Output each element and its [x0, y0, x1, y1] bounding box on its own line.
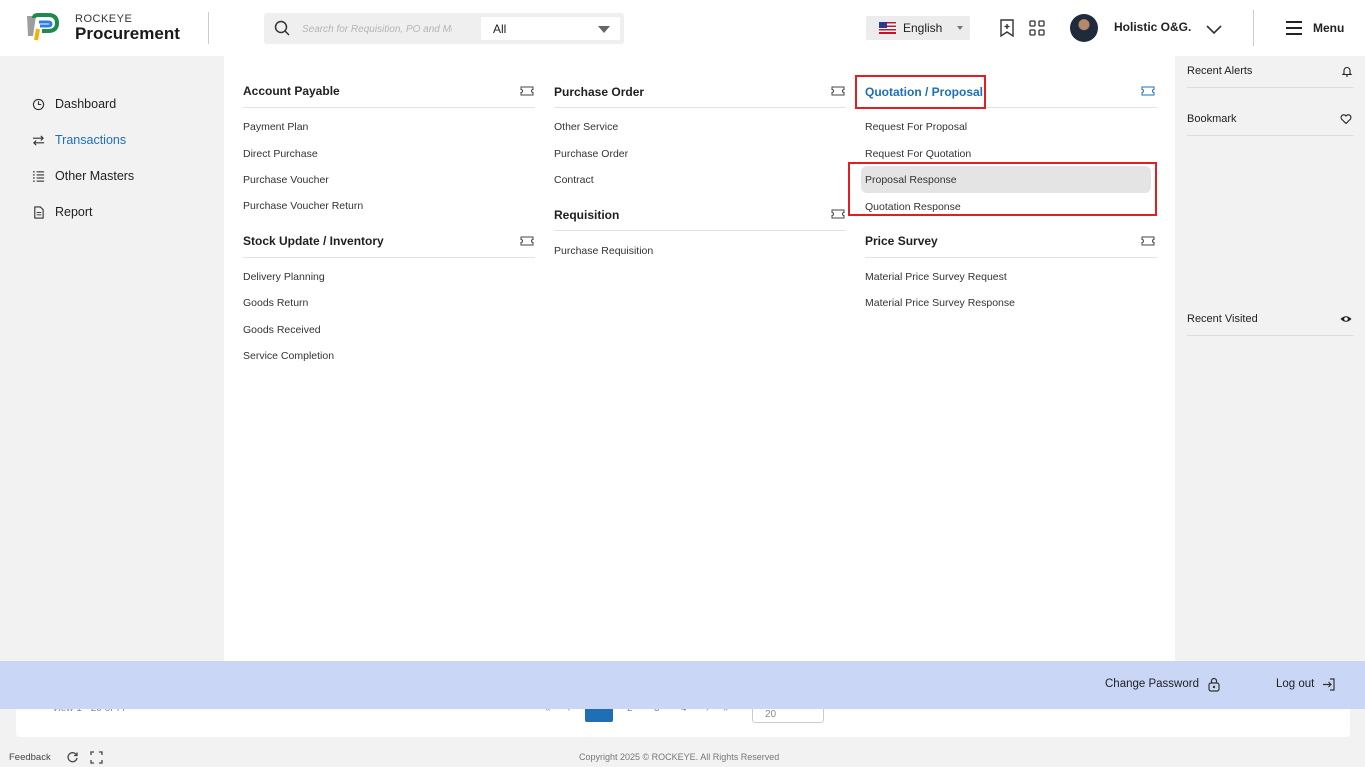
menu-item-service-completion[interactable]: Service Completion [243, 348, 334, 364]
transfer-arrows-icon [32, 134, 45, 146]
chevron-down-icon[interactable] [1204, 19, 1224, 39]
clock-icon [32, 98, 45, 110]
ticket-icon [1141, 86, 1155, 96]
lock-icon[interactable] [1207, 677, 1221, 692]
search-icon[interactable] [274, 20, 290, 36]
sidebar-item-label: Report [55, 205, 93, 219]
sidebar-item-other-masters[interactable]: Other Masters [32, 166, 134, 186]
heart-icon[interactable] [1340, 113, 1352, 125]
menu-item-quotation-response[interactable]: Quotation Response [865, 199, 961, 215]
sidebar-item-dashboard[interactable]: Dashboard [32, 94, 116, 114]
section-title-purchase-order: Purchase Order [554, 85, 645, 99]
us-flag-icon [879, 22, 896, 34]
search-input[interactable] [302, 19, 452, 39]
bookmark-title: Bookmark [1187, 113, 1237, 125]
brand-main-text: Procurement [75, 24, 180, 43]
apps-grid-icon[interactable] [1027, 18, 1047, 38]
ticket-icon [520, 86, 534, 96]
ticket-icon [831, 86, 845, 96]
section-divider [243, 107, 535, 108]
menu-item-purchase-voucher-return[interactable]: Purchase Voucher Return [243, 198, 363, 214]
section-divider [554, 107, 846, 108]
menu-item-goods-return[interactable]: Goods Return [243, 295, 308, 311]
recent-visited-title: Recent Visited [1187, 313, 1258, 325]
menu-item-proposal-response[interactable]: Proposal Response [865, 172, 957, 188]
bookmark-add-icon[interactable] [997, 18, 1017, 38]
rockeye-logo[interactable] [24, 12, 62, 42]
section-title-quotation-proposal[interactable]: Quotation / Proposal [865, 85, 983, 105]
user-name[interactable]: Holistic O&G. [1114, 20, 1191, 34]
section-divider [1187, 87, 1354, 88]
fullscreen-icon[interactable] [90, 751, 103, 764]
chevron-down-icon [598, 26, 610, 33]
menu-footer-bar: Change Password Log out [0, 661, 1365, 709]
menu-item-other-service[interactable]: Other Service [554, 119, 618, 135]
menu-item-purchase-voucher[interactable]: Purchase Voucher [243, 172, 329, 188]
sidebar-item-label: Transactions [55, 133, 127, 147]
ticket-icon [831, 209, 845, 219]
menu-item-request-for-quotation[interactable]: Request For Quotation [865, 146, 971, 162]
feedback-link[interactable]: Feedback [9, 752, 51, 763]
top-header: ROCKEYE Procurement All English Holistic… [0, 0, 1365, 56]
menu-item-material-price-survey-request[interactable]: Material Price Survey Request [865, 269, 1007, 285]
hamburger-menu-icon[interactable] [1284, 18, 1304, 38]
header-divider [208, 12, 209, 44]
menu-item-contract[interactable]: Contract [554, 172, 594, 188]
sidebar-item-label: Other Masters [55, 169, 135, 183]
menu-item-material-price-survey-response[interactable]: Material Price Survey Response [865, 295, 1015, 311]
sidebar-item-report[interactable]: Report [32, 202, 93, 222]
logout-icon[interactable] [1322, 677, 1336, 692]
refresh-icon[interactable] [66, 751, 79, 764]
sidebar-item-transactions[interactable]: Transactions [32, 130, 126, 150]
menu-item-purchase-order[interactable]: Purchase Order [554, 146, 628, 162]
menu-item-delivery-planning[interactable]: Delivery Planning [243, 269, 325, 285]
logout-button[interactable]: Log out [1276, 678, 1314, 690]
language-label: English [903, 21, 943, 35]
section-divider [1187, 135, 1354, 136]
section-divider [243, 257, 535, 258]
eye-icon[interactable] [1340, 313, 1352, 325]
section-title-account-payable: Account Payable [243, 84, 340, 98]
section-divider [1187, 335, 1354, 336]
section-title-price-survey: Price Survey [865, 234, 938, 248]
menu-button[interactable]: Menu [1313, 21, 1344, 35]
copyright-text: Copyright 2025 © ROCKEYE. All Rights Res… [579, 752, 780, 762]
search-bar: All [264, 13, 624, 44]
transactions-menu-panel [224, 56, 1175, 661]
header-divider [1253, 10, 1254, 46]
rows-per-page-value: 20 [765, 709, 777, 720]
search-filter-select[interactable]: All [481, 17, 620, 40]
menu-item-request-for-proposal[interactable]: Request For Proposal [865, 119, 967, 135]
menu-item-payment-plan[interactable]: Payment Plan [243, 119, 308, 135]
ticket-icon [520, 236, 534, 246]
section-title-requisition: Requisition [554, 208, 620, 222]
section-title-stock-update: Stock Update / Inventory [243, 234, 384, 248]
chevron-down-icon [957, 26, 963, 30]
section-divider [554, 230, 846, 231]
language-select[interactable]: English [866, 16, 970, 40]
recent-alerts-title: Recent Alerts [1187, 65, 1253, 77]
sidebar-item-label: Dashboard [55, 97, 117, 111]
menu-item-goods-received[interactable]: Goods Received [243, 322, 321, 338]
change-password-button[interactable]: Change Password [1105, 678, 1199, 690]
filter-value: All [493, 22, 507, 36]
section-divider [865, 107, 1157, 108]
avatar[interactable] [1070, 14, 1098, 42]
section-divider [865, 257, 1157, 258]
bell-icon[interactable] [1341, 65, 1353, 77]
menu-item-direct-purchase[interactable]: Direct Purchase [243, 146, 318, 162]
document-icon [34, 205, 44, 219]
ticket-icon [1141, 236, 1155, 246]
menu-item-purchase-requisition[interactable]: Purchase Requisition [554, 243, 653, 259]
list-icon [32, 170, 45, 182]
